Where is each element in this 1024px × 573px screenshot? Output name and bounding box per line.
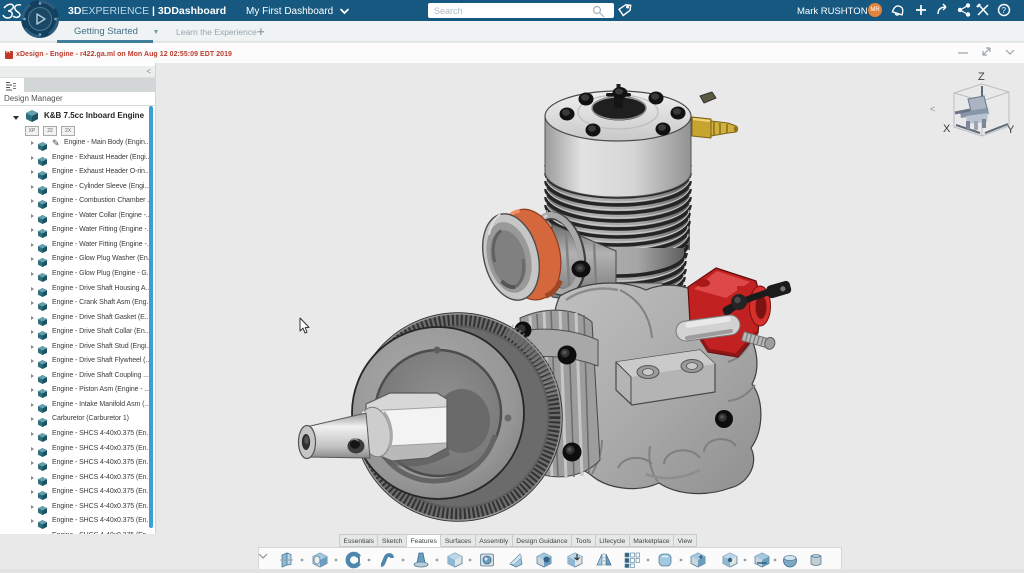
svg-text:X: X — [943, 123, 951, 135]
svg-text:<: < — [930, 104, 935, 114]
svg-text:Y: Y — [1007, 124, 1015, 136]
svg-text:Z: Z — [978, 71, 985, 83]
